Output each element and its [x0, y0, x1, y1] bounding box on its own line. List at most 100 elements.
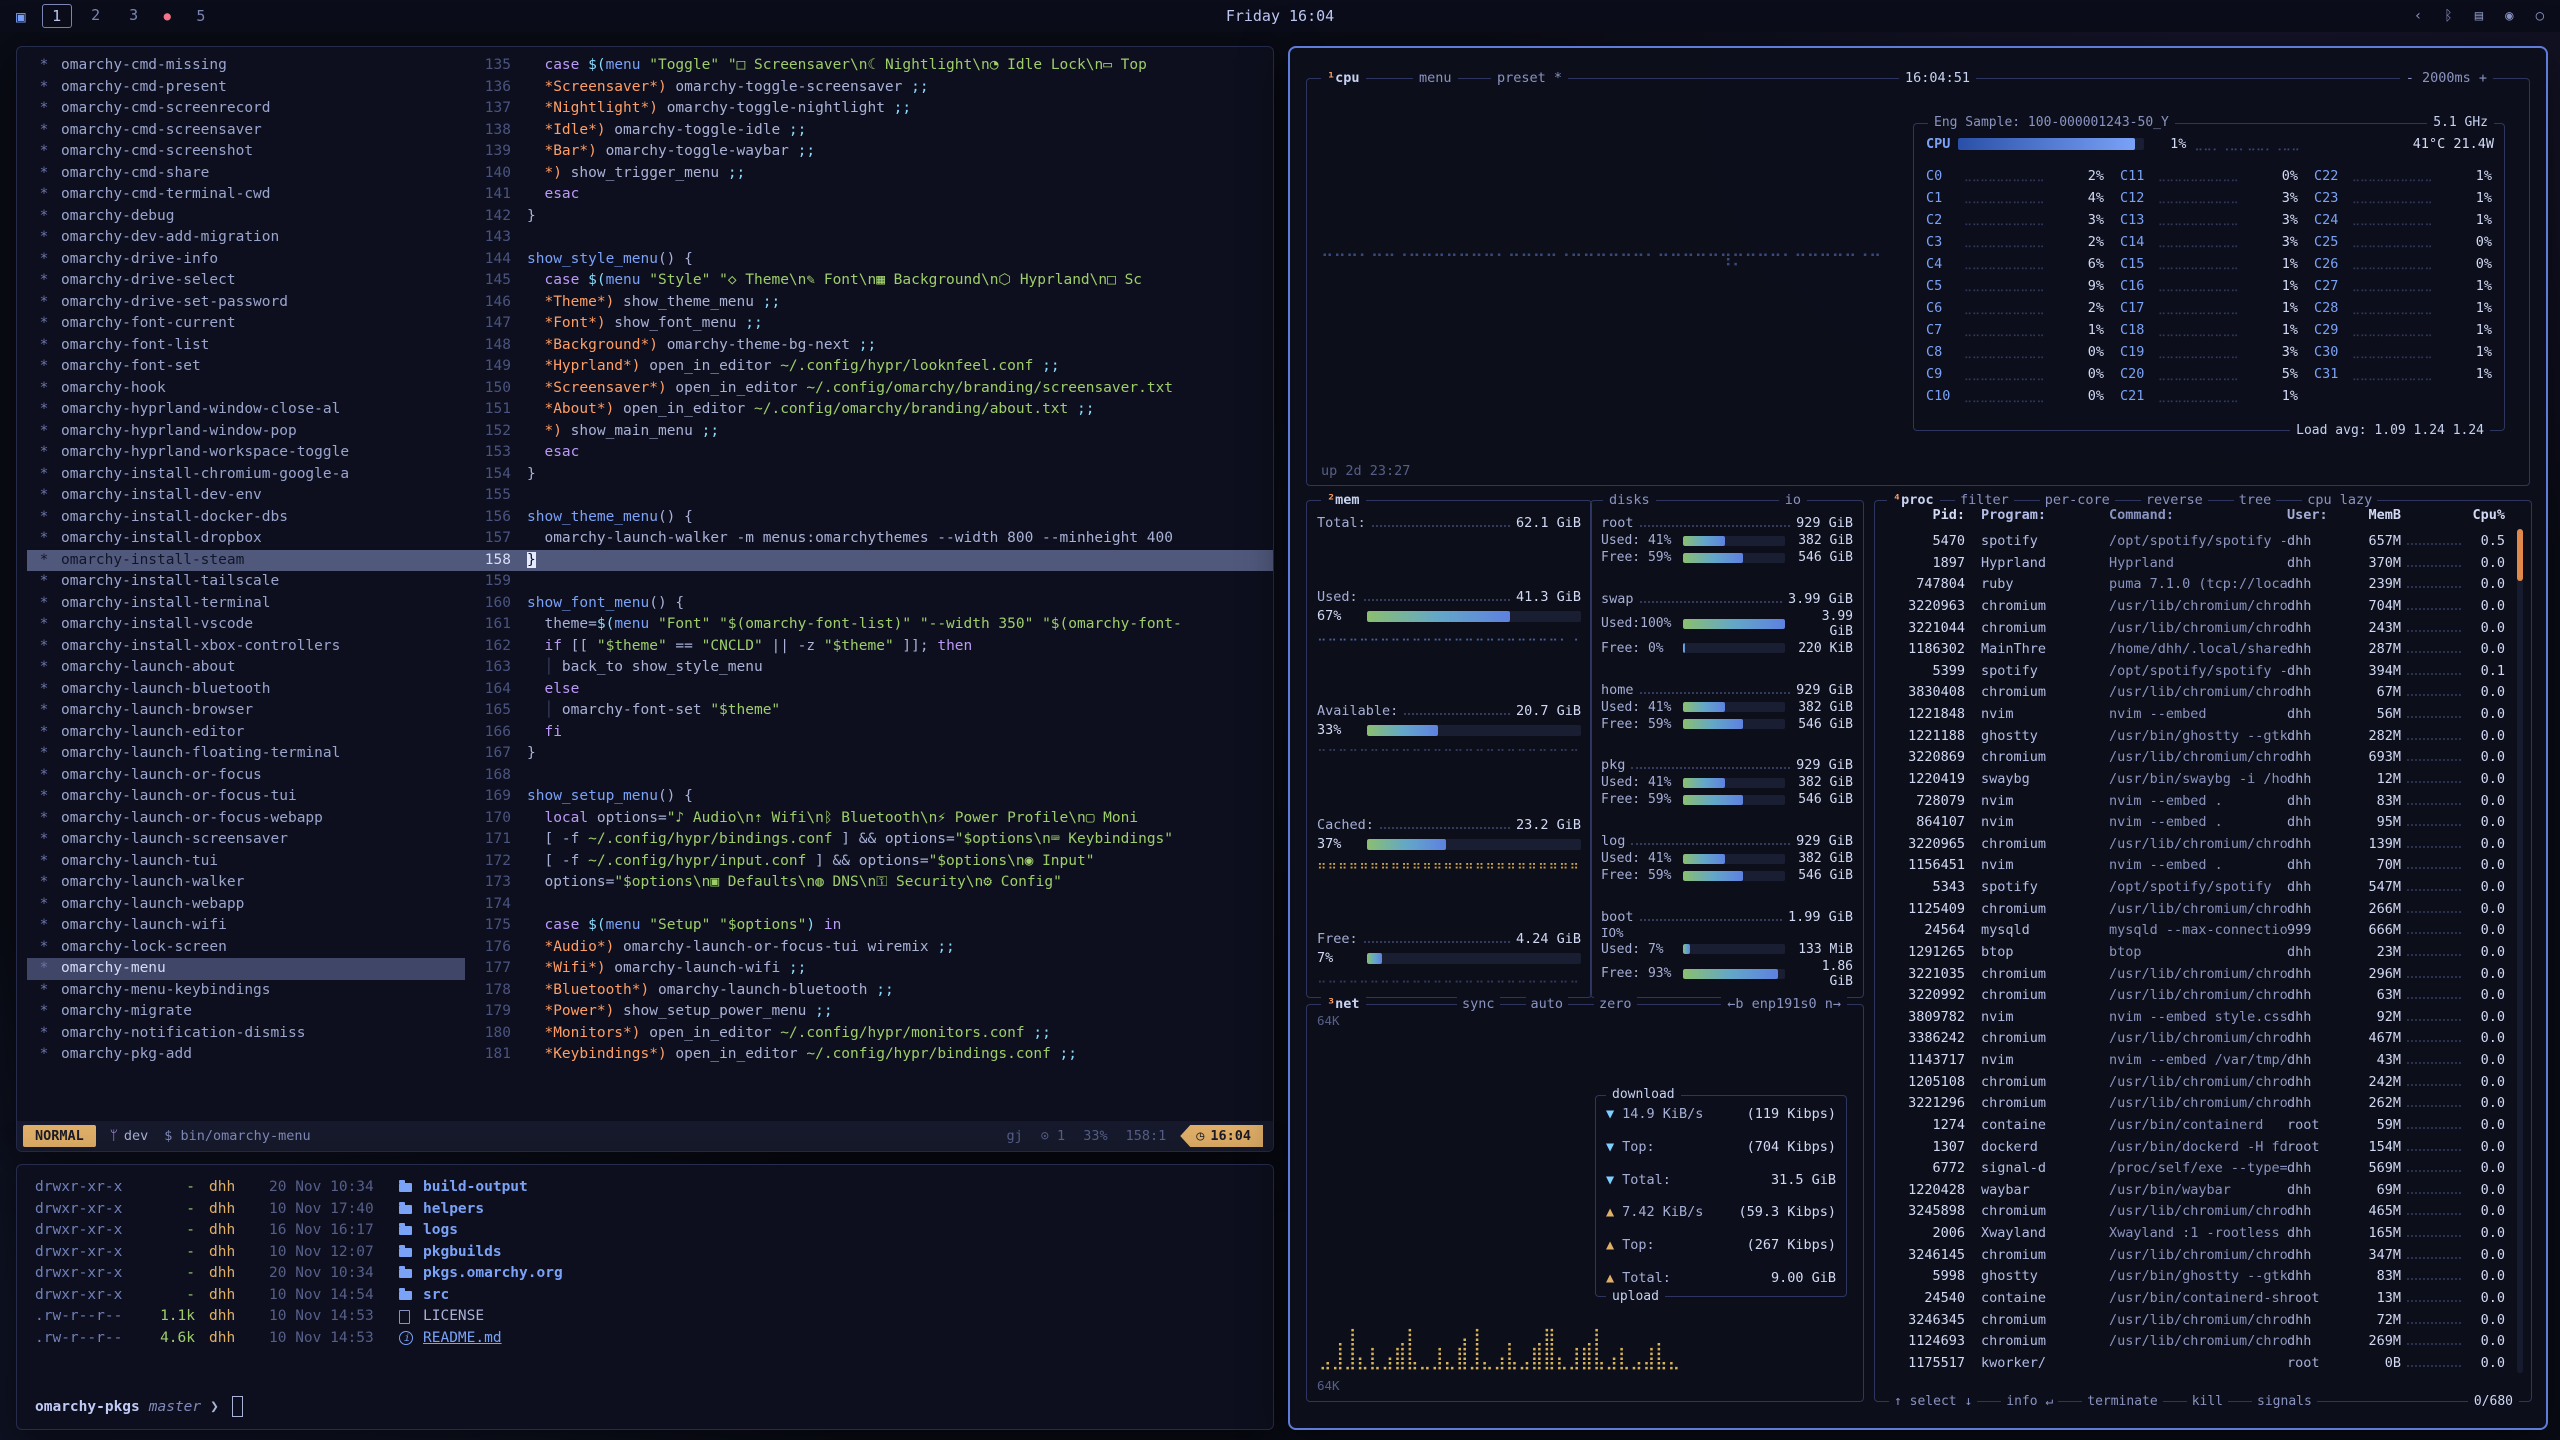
- process-row[interactable]: 1274 containe /usr/bin/containerd root 5…: [1887, 1115, 2505, 1135]
- scrollbar-thumb[interactable]: [2517, 529, 2523, 581]
- file-item[interactable]: * omarchy-drive-info: [27, 249, 465, 271]
- process-scrollbar[interactable]: [2517, 529, 2523, 1373]
- volume-icon[interactable]: ◉: [2505, 8, 2513, 24]
- shell-prompt[interactable]: omarchy-pkgs master ❯: [35, 1396, 1255, 1417]
- file-item[interactable]: * omarchy-menu-keybindings: [27, 980, 465, 1002]
- file-item[interactable]: * omarchy-install-docker-dbs: [27, 507, 465, 529]
- process-row[interactable]: 1221188 ghostty /usr/bin/ghostty --gtk- …: [1887, 726, 2505, 746]
- process-row[interactable]: 1143717 nvim nvim --embed /var/tmp/p dhh…: [1887, 1050, 2505, 1070]
- process-row[interactable]: 2006 Xwayland Xwayland :1 -rootless - dh…: [1887, 1223, 2505, 1243]
- code-pane[interactable]: 135 case $(menu "Toggle" "□ Screensaver\…: [465, 55, 1273, 1121]
- kill-control[interactable]: kill: [2187, 1393, 2228, 1411]
- process-row[interactable]: 728079 nvim nvim --embed . dhh 83M 0.0: [1887, 791, 2505, 811]
- process-row[interactable]: 5399 spotify /opt/spotify/spotify -- dhh…: [1887, 661, 2505, 681]
- process-row[interactable]: 1221848 nvim nvim --embed dhh 56M 0.0: [1887, 704, 2505, 724]
- process-row[interactable]: 1125409 chromium /usr/lib/chromium/chrom…: [1887, 899, 2505, 919]
- process-row[interactable]: 3830408 chromium /usr/lib/chromium/chrom…: [1887, 682, 2505, 702]
- process-row[interactable]: 747804 ruby puma 7.1.0 (tcp://local dhh …: [1887, 574, 2505, 594]
- process-row[interactable]: 3809782 nvim nvim --embed style.css dhh …: [1887, 1007, 2505, 1027]
- file-item[interactable]: * omarchy-launch-about: [27, 657, 465, 679]
- process-row[interactable]: 1220428 waybar /usr/bin/waybar dhh 69M 0…: [1887, 1180, 2505, 1200]
- editor-window[interactable]: * omarchy-cmd-missing * omarchy-cmd-pres…: [16, 46, 1274, 1152]
- power-icon[interactable]: ○: [2536, 8, 2544, 24]
- system-monitor-window[interactable]: ¹cpu menu preset * 16:04:51 - 2000ms + ⠒…: [1288, 46, 2548, 1430]
- process-row[interactable]: 864107 nvim nvim --embed . dhh 95M 0.0: [1887, 812, 2505, 832]
- process-row[interactable]: 3220965 chromium /usr/lib/chromium/chrom…: [1887, 834, 2505, 854]
- process-row[interactable]: 1307 dockerd /usr/bin/dockerd -H fd: roo…: [1887, 1137, 2505, 1157]
- process-option-button[interactable]: per-core: [2040, 491, 2115, 509]
- workspace-button[interactable]: 2: [82, 4, 110, 28]
- workspace-button-5[interactable]: 5: [187, 5, 215, 27]
- file-item[interactable]: * omarchy-launch-walker: [27, 872, 465, 894]
- process-option-button[interactable]: reverse: [2141, 491, 2208, 509]
- process-row[interactable]: 1205108 chromium /usr/lib/chromium/chrom…: [1887, 1072, 2505, 1092]
- workspace-button[interactable]: 3: [120, 4, 148, 28]
- bluetooth-icon[interactable]: ᛒ: [2444, 8, 2452, 24]
- process-row[interactable]: 5470 spotify /opt/spotify/spotify -- dhh…: [1887, 531, 2505, 551]
- select-control[interactable]: ↑ select ↓: [1889, 1393, 1977, 1411]
- file-item[interactable]: * omarchy-hyprland-workspace-toggle: [27, 442, 465, 464]
- process-row[interactable]: 24564 mysqld mysqld --max-connection 999…: [1887, 920, 2505, 940]
- file-item[interactable]: * omarchy-install-steam: [27, 550, 465, 572]
- process-row[interactable]: 3220992 chromium /usr/lib/chromium/chrom…: [1887, 985, 2505, 1005]
- process-row[interactable]: 1186302 MainThre /home/dhh/.local/share/…: [1887, 639, 2505, 659]
- process-row[interactable]: 3246145 chromium /usr/lib/chromium/chrom…: [1887, 1245, 2505, 1265]
- file-item[interactable]: * omarchy-drive-set-password: [27, 292, 465, 314]
- process-row[interactable]: 3220869 chromium /usr/lib/chromium/chrom…: [1887, 747, 2505, 767]
- file-item[interactable]: * omarchy-launch-tui: [27, 851, 465, 873]
- process-row[interactable]: 3246345 chromium /usr/lib/chromium/chrom…: [1887, 1310, 2505, 1330]
- file-item[interactable]: * omarchy-install-terminal: [27, 593, 465, 615]
- file-item[interactable]: * omarchy-launch-browser: [27, 700, 465, 722]
- file-item[interactable]: * omarchy-cmd-missing: [27, 55, 465, 77]
- process-row[interactable]: 24540 containe /usr/bin/containerd-shi r…: [1887, 1288, 2505, 1308]
- menu-button[interactable]: menu: [1413, 69, 1458, 87]
- file-item[interactable]: * omarchy-cmd-screensaver: [27, 120, 465, 142]
- file-item[interactable]: * omarchy-cmd-screenrecord: [27, 98, 465, 120]
- process-row[interactable]: 1220419 swaybg /usr/bin/swaybg -i /hom d…: [1887, 769, 2505, 789]
- file-item[interactable]: * omarchy-launch-editor: [27, 722, 465, 744]
- network-mode-button[interactable]: zero: [1594, 995, 1637, 1013]
- signals-control[interactable]: signals: [2252, 1393, 2317, 1411]
- launcher-icon[interactable]: ▣: [16, 7, 26, 26]
- process-row[interactable]: 1156451 nvim nvim --embed . dhh 70M 0.0: [1887, 855, 2505, 875]
- io-toggle-button[interactable]: io: [1779, 491, 1807, 509]
- cpu-panel-title[interactable]: ¹cpu: [1321, 69, 1366, 87]
- file-item[interactable]: * omarchy-hyprland-window-pop: [27, 421, 465, 443]
- process-table-header[interactable]: Pid: Program: Command: User: MemB Cpu%: [1887, 507, 2505, 523]
- file-item[interactable]: * omarchy-launch-floating-terminal: [27, 743, 465, 765]
- file-item[interactable]: * omarchy-hook: [27, 378, 465, 400]
- info-control[interactable]: info ↵: [2001, 1393, 2058, 1411]
- file-item[interactable]: * omarchy-cmd-terminal-cwd: [27, 184, 465, 206]
- file-item[interactable]: * omarchy-cmd-share: [27, 163, 465, 185]
- file-item[interactable]: * omarchy-notification-dismiss: [27, 1023, 465, 1045]
- process-panel-title[interactable]: ⁴proc: [1887, 491, 1940, 509]
- file-item[interactable]: * omarchy-install-xbox-controllers: [27, 636, 465, 658]
- process-row[interactable]: 5998 ghostty /usr/bin/ghostty --gtk- dhh…: [1887, 1266, 2505, 1286]
- file-item[interactable]: * omarchy-lock-screen: [27, 937, 465, 959]
- process-row[interactable]: 1291265 btop btop dhh 23M 0.0: [1887, 942, 2505, 962]
- file-item[interactable]: * omarchy-install-chromium-google-a: [27, 464, 465, 486]
- process-option-button[interactable]: tree: [2234, 491, 2277, 509]
- file-item[interactable]: * omarchy-menu: [27, 958, 465, 980]
- file-item[interactable]: * omarchy-font-current: [27, 313, 465, 335]
- process-row[interactable]: 3245898 chromium /usr/lib/chromium/chrom…: [1887, 1201, 2505, 1221]
- disks-panel-title[interactable]: disks: [1603, 491, 1656, 509]
- file-item[interactable]: * omarchy-launch-or-focus-webapp: [27, 808, 465, 830]
- network-panel-title[interactable]: ³net: [1321, 995, 1366, 1013]
- display-icon[interactable]: ▤: [2475, 8, 2483, 24]
- file-item[interactable]: * omarchy-cmd-screenshot: [27, 141, 465, 163]
- memory-panel-title[interactable]: ²mem: [1321, 491, 1366, 509]
- process-row[interactable]: 3221035 chromium /usr/lib/chromium/chrom…: [1887, 964, 2505, 984]
- file-item[interactable]: * omarchy-launch-webapp: [27, 894, 465, 916]
- file-item[interactable]: * omarchy-launch-wifi: [27, 915, 465, 937]
- process-row[interactable]: 3221044 chromium /usr/lib/chromium/chrom…: [1887, 618, 2505, 638]
- file-item[interactable]: * omarchy-cmd-present: [27, 77, 465, 99]
- process-row[interactable]: 3221296 chromium /usr/lib/chromium/chrom…: [1887, 1093, 2505, 1113]
- file-item[interactable]: * omarchy-drive-select: [27, 270, 465, 292]
- process-row[interactable]: 3386242 chromium /usr/lib/chromium/chrom…: [1887, 1028, 2505, 1048]
- file-item[interactable]: * omarchy-install-dropbox: [27, 528, 465, 550]
- file-item[interactable]: * omarchy-pkg-add: [27, 1044, 465, 1066]
- terminate-control[interactable]: terminate: [2082, 1393, 2162, 1411]
- file-item[interactable]: * omarchy-launch-or-focus: [27, 765, 465, 787]
- preset-button[interactable]: preset *: [1491, 69, 1568, 87]
